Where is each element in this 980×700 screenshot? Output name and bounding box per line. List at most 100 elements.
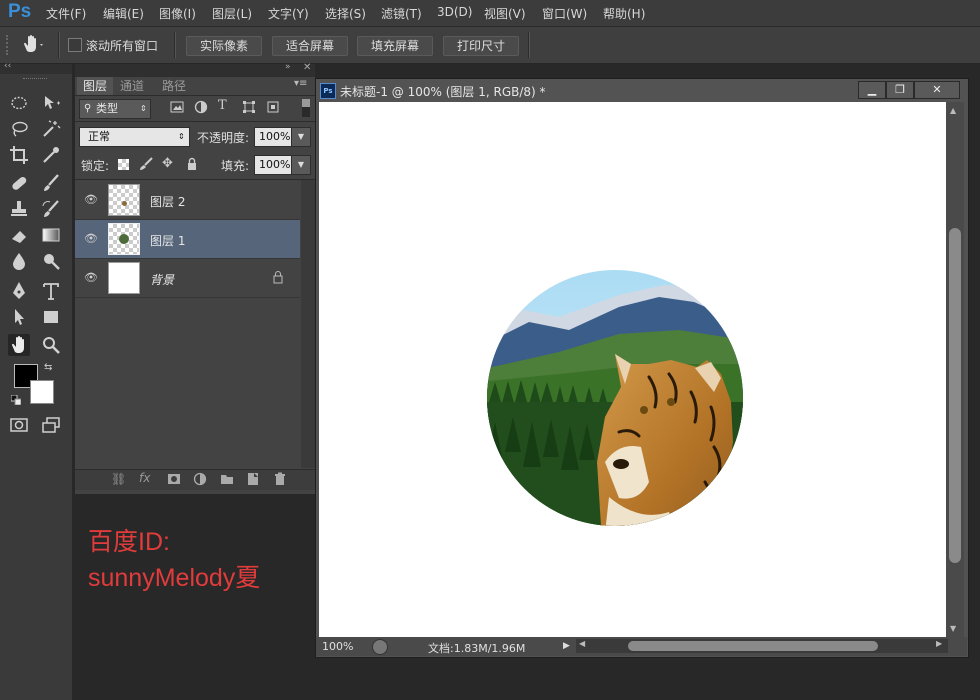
scroll-all-checkbox[interactable] (68, 38, 82, 52)
move-tool-icon[interactable] (40, 92, 62, 114)
pixel-layer-filter-icon[interactable] (170, 100, 184, 114)
menu-filter[interactable]: 滤镜(T) (381, 5, 422, 22)
layer-name[interactable]: 图层 2 (150, 193, 185, 210)
grip-handle[interactable] (6, 35, 14, 55)
eyedropper-icon[interactable] (40, 144, 62, 166)
opacity-dropdown-icon[interactable]: ▼ (291, 127, 311, 147)
quick-mask-icon[interactable] (8, 414, 30, 436)
tab-channels[interactable]: 通道 (114, 77, 150, 95)
layer-row[interactable]: 👁 背景 (75, 259, 300, 298)
filter-kind-select[interactable]: ⚲ 类型 ⇕ (79, 99, 151, 119)
eye-icon[interactable]: 👁 (84, 271, 98, 284)
actual-pixels-button[interactable]: 实际像素 (186, 36, 262, 56)
layer-name[interactable]: 图层 1 (150, 232, 185, 249)
lock-all-icon[interactable] (185, 157, 199, 171)
lock-brush-icon[interactable] (139, 157, 153, 171)
menu-type[interactable]: 文字(Y) (268, 5, 309, 22)
tab-paths[interactable]: 路径 (156, 77, 192, 95)
zoom-icon[interactable] (40, 334, 62, 356)
type-layer-filter-icon[interactable]: T (218, 99, 232, 113)
horizontal-scroll-thumb[interactable] (628, 641, 878, 651)
blend-mode-select[interactable]: 正常 ⇕ (79, 127, 190, 147)
new-layer-icon[interactable] (247, 472, 259, 486)
eye-icon[interactable]: 👁 (84, 193, 98, 206)
minimize-button[interactable]: ▁ (858, 81, 886, 99)
path-selection-icon[interactable] (8, 306, 30, 328)
print-size-button[interactable]: 打印尺寸 (443, 36, 519, 56)
fill-screen-button[interactable]: 填充屏幕 (357, 36, 433, 56)
eraser-icon[interactable] (8, 224, 30, 246)
opacity-input[interactable]: 100% (254, 127, 292, 147)
shape-layer-filter-icon[interactable] (242, 100, 256, 114)
menu-3d[interactable]: 3D(D) (437, 5, 472, 19)
filter-toggle-switch[interactable] (302, 99, 310, 117)
scroll-up-icon[interactable]: ▲ (950, 106, 956, 115)
hand-tool-preset-icon[interactable] (20, 33, 44, 55)
swap-colors-icon[interactable]: ⇆ (44, 362, 56, 374)
menu-edit[interactable]: 编辑(E) (103, 5, 144, 22)
brush-icon[interactable] (40, 172, 62, 194)
elliptical-marquee-icon[interactable] (8, 92, 30, 114)
tab-layers[interactable]: 图层 (77, 77, 114, 95)
zoom-level[interactable]: 100% (322, 640, 353, 653)
smart-object-filter-icon[interactable] (266, 100, 280, 114)
background-color-swatch[interactable] (30, 380, 54, 404)
tools-panel-header[interactable]: ‹‹ (0, 61, 72, 74)
new-group-icon[interactable] (220, 473, 234, 485)
adjustment-layer-filter-icon[interactable] (194, 100, 208, 114)
status-info-icon[interactable] (372, 639, 388, 655)
vertical-scrollbar[interactable]: ▲ ▼ (946, 102, 964, 637)
fill-dropdown-icon[interactable]: ▼ (291, 155, 311, 175)
healing-brush-icon[interactable] (8, 172, 30, 194)
screen-mode-icon[interactable] (40, 414, 62, 436)
menu-image[interactable]: 图像(I) (159, 5, 196, 22)
fit-screen-button[interactable]: 适合屏幕 (272, 36, 348, 56)
close-button[interactable]: ✕ (914, 81, 960, 99)
lasso-icon[interactable] (8, 118, 30, 140)
pen-icon[interactable] (8, 280, 30, 302)
eye-icon[interactable]: 👁 (84, 232, 98, 245)
new-adjustment-icon[interactable] (193, 472, 207, 486)
layer-row-selected[interactable]: 👁 图层 1 (75, 220, 300, 259)
lock-transparent-icon[interactable] (118, 159, 129, 170)
hand-tool-icon[interactable] (8, 334, 30, 356)
maximize-button[interactable]: ❐ (886, 81, 914, 99)
magic-wand-icon[interactable] (40, 118, 62, 140)
scroll-left-icon[interactable]: ◀ (579, 639, 585, 648)
menu-view[interactable]: 视图(V) (484, 5, 526, 22)
rectangle-shape-icon[interactable] (40, 306, 62, 328)
layers-scrollbar[interactable] (301, 180, 315, 468)
collapse-icon[interactable]: ‹‹ (4, 61, 11, 71)
clone-stamp-icon[interactable] (8, 198, 30, 220)
lock-position-icon[interactable]: ✥ (162, 157, 176, 171)
history-brush-icon[interactable] (40, 198, 62, 220)
panel-header-strip[interactable]: » ✕ (75, 62, 315, 77)
vertical-scroll-thumb[interactable] (949, 228, 961, 563)
menu-window[interactable]: 窗口(W) (542, 5, 587, 22)
grip-handle[interactable] (23, 78, 47, 82)
panel-menu-icon[interactable]: ▾≡ (294, 78, 307, 89)
gradient-icon[interactable] (40, 224, 62, 246)
type-tool-icon[interactable] (40, 280, 62, 302)
fx-icon[interactable]: fx (139, 471, 157, 485)
menu-help[interactable]: 帮助(H) (603, 5, 645, 22)
link-layers-icon[interactable]: ⛓ (111, 472, 127, 486)
document-canvas[interactable] (319, 102, 946, 637)
blur-icon[interactable] (8, 250, 30, 272)
dodge-icon[interactable] (40, 250, 62, 272)
scroll-right-icon[interactable]: ▶ (936, 639, 942, 648)
add-mask-icon[interactable] (167, 473, 181, 485)
fill-input[interactable]: 100% (254, 155, 292, 175)
status-menu-arrow-icon[interactable]: ▶ (563, 639, 575, 653)
scroll-down-icon[interactable]: ▼ (950, 624, 956, 633)
trash-icon[interactable] (274, 472, 286, 486)
default-colors-icon[interactable] (10, 394, 22, 406)
menu-layer[interactable]: 图层(L) (212, 5, 252, 22)
horizontal-scrollbar[interactable]: ◀ ▶ (576, 639, 948, 653)
close-panel-icon[interactable]: ✕ (303, 62, 311, 73)
layer-row[interactable]: 👁 图层 2 (75, 181, 300, 220)
menu-file[interactable]: 文件(F) (46, 5, 86, 22)
layer-name[interactable]: 背景 (150, 271, 174, 288)
menu-select[interactable]: 选择(S) (325, 5, 366, 22)
collapse-icon[interactable]: » (285, 62, 291, 72)
